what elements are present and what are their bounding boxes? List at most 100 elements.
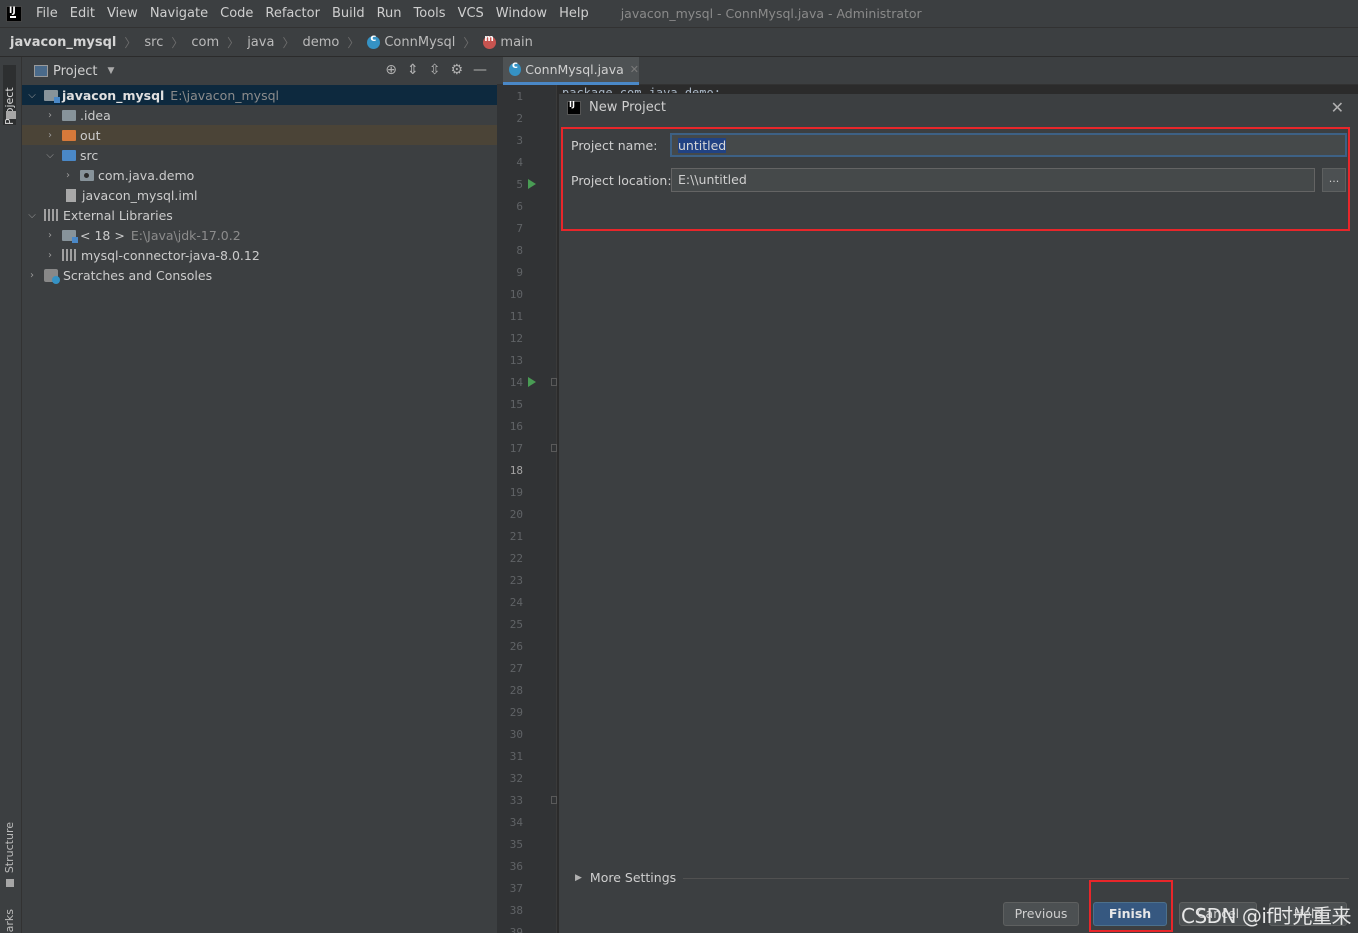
tree-item-jdk[interactable]: › < 18 > E:\Java\jdk-17.0.2 [22,225,497,245]
chevron-right-icon[interactable]: › [44,110,56,121]
line-number: 12 [509,332,523,345]
project-panel-header: Project ▼ ⊕ ⇕ ⇳ ⚙ — [22,57,497,86]
breadcrumb-class[interactable]: ConnMysql [384,35,455,50]
menu-tools[interactable]: Tools [408,6,452,21]
breadcrumb-project[interactable]: javacon_mysql [10,35,116,50]
line-number: 24 [509,596,523,609]
chevron-right-icon: 〉 [347,35,360,50]
project-tree: ⌵ javacon_mysql E:\javacon_mysql › .idea… [22,85,497,285]
breadcrumb-com[interactable]: com [191,35,219,50]
tree-item-label: javacon_mysql.iml [82,187,198,203]
tree-item-label: < 18 > [80,227,125,243]
gear-icon[interactable]: ⚙ [450,62,463,78]
tree-item-label: Scratches and Consoles [63,267,213,283]
menu-navigate[interactable]: Navigate [144,6,214,21]
libraries-icon [44,209,58,221]
chevron-down-icon[interactable]: ▼ [107,66,114,76]
more-settings-toggle[interactable]: ▶ More Settings [575,870,676,885]
menu-window[interactable]: Window [490,6,553,21]
tree-item-path: E:\javacon_mysql [170,87,279,103]
new-project-dialog: New Project ✕ Project name: untitled Pro… [558,93,1358,933]
breadcrumb-src[interactable]: src [144,35,163,50]
collapse-all-icon[interactable]: ⇳ [429,62,441,78]
menu-code[interactable]: Code [214,6,259,21]
chevron-right-icon[interactable]: › [62,170,74,181]
breadcrumb-method[interactable]: main [500,35,532,50]
line-number: 27 [509,662,523,675]
tree-item-label: mysql-connector-java-8.0.12 [81,247,260,263]
menu-build[interactable]: Build [326,6,371,21]
menu-vcs[interactable]: VCS [452,6,490,21]
line-number: 11 [509,310,523,323]
folder-icon [62,109,76,121]
line-number: 5 [516,178,523,191]
fold-marker-icon[interactable] [551,444,557,452]
highlight-box [1089,880,1173,932]
chevron-right-icon: 〉 [124,35,137,50]
line-number: 13 [509,354,523,367]
breadcrumb: javacon_mysql 〉 src 〉 com 〉 java 〉 demo … [0,28,1358,57]
tree-item-label: out [80,127,101,143]
previous-button[interactable]: Previous [1003,902,1079,926]
line-number: 14 [509,376,523,389]
menu-file[interactable]: File [30,6,64,21]
module-folder-icon [44,89,60,103]
tree-item-out[interactable]: › out [22,125,497,145]
tool-tab-bookmarks[interactable]: arks [3,909,16,932]
hide-icon[interactable]: — [473,62,487,78]
menu-run[interactable]: Run [371,6,408,21]
close-icon[interactable]: ✕ [1331,98,1344,117]
menu-view[interactable]: View [101,6,144,21]
fold-marker-icon[interactable] [551,796,557,804]
editor-tab-connmysql[interactable]: ConnMysql.java ✕ [503,57,639,85]
expand-all-icon[interactable]: ⇕ [407,62,419,78]
tree-item-idea[interactable]: › .idea [22,105,497,125]
line-number: 15 [509,398,523,411]
tree-item-external-libraries[interactable]: ⌵ External Libraries [22,205,497,225]
tree-item-src[interactable]: ⌵ src [22,145,497,165]
line-number: 26 [509,640,523,653]
line-number: 35 [509,838,523,851]
chevron-right-icon[interactable]: › [44,130,56,141]
menu-bar: File Edit View Navigate Code Refactor Bu… [0,0,1358,28]
tree-item-package[interactable]: › com.java.demo [22,165,497,185]
fold-marker-icon[interactable] [551,378,557,386]
chevron-down-icon[interactable]: ⌵ [26,210,38,221]
close-icon[interactable]: ✕ [630,63,639,76]
locate-icon[interactable]: ⊕ [385,62,397,78]
tree-item-project-root[interactable]: ⌵ javacon_mysql E:\javacon_mysql [22,85,497,105]
line-number: 1 [516,90,523,103]
menu-edit[interactable]: Edit [64,6,101,21]
divider [683,878,1349,879]
editor-tab-bar: ConnMysql.java ✕ [497,57,1358,85]
line-number: 30 [509,728,523,741]
line-number: 18 [509,464,523,477]
line-number: 28 [509,684,523,697]
chevron-right-icon[interactable]: › [44,250,56,261]
line-number: 37 [509,882,523,895]
line-number: 23 [509,574,523,587]
menu-refactor[interactable]: Refactor [259,6,326,21]
chevron-down-icon[interactable]: ⌵ [44,150,56,161]
class-icon [367,33,381,49]
project-panel-title[interactable]: Project [53,64,97,79]
chevron-right-icon: 〉 [463,35,476,50]
line-number: 6 [516,200,523,213]
line-number: 9 [516,266,523,279]
line-number: 31 [509,750,523,763]
tree-item-mysql-connector[interactable]: › mysql-connector-java-8.0.12 [22,245,497,265]
run-icon[interactable] [528,377,536,387]
tree-item-scratches[interactable]: › Scratches and Consoles [22,265,497,285]
chevron-right-icon[interactable]: › [44,230,56,241]
menu-help[interactable]: Help [553,6,595,21]
breadcrumb-java[interactable]: java [247,35,274,50]
tree-item-iml[interactable]: javacon_mysql.iml [22,185,497,205]
line-number: 17 [509,442,523,455]
breadcrumb-demo[interactable]: demo [302,35,339,50]
chevron-right-icon[interactable]: › [26,270,38,281]
line-number: 20 [509,508,523,521]
run-icon[interactable] [528,179,536,189]
tool-tab-structure[interactable]: Structure [3,822,16,873]
line-number: 2 [516,112,523,125]
chevron-down-icon[interactable]: ⌵ [26,90,38,101]
